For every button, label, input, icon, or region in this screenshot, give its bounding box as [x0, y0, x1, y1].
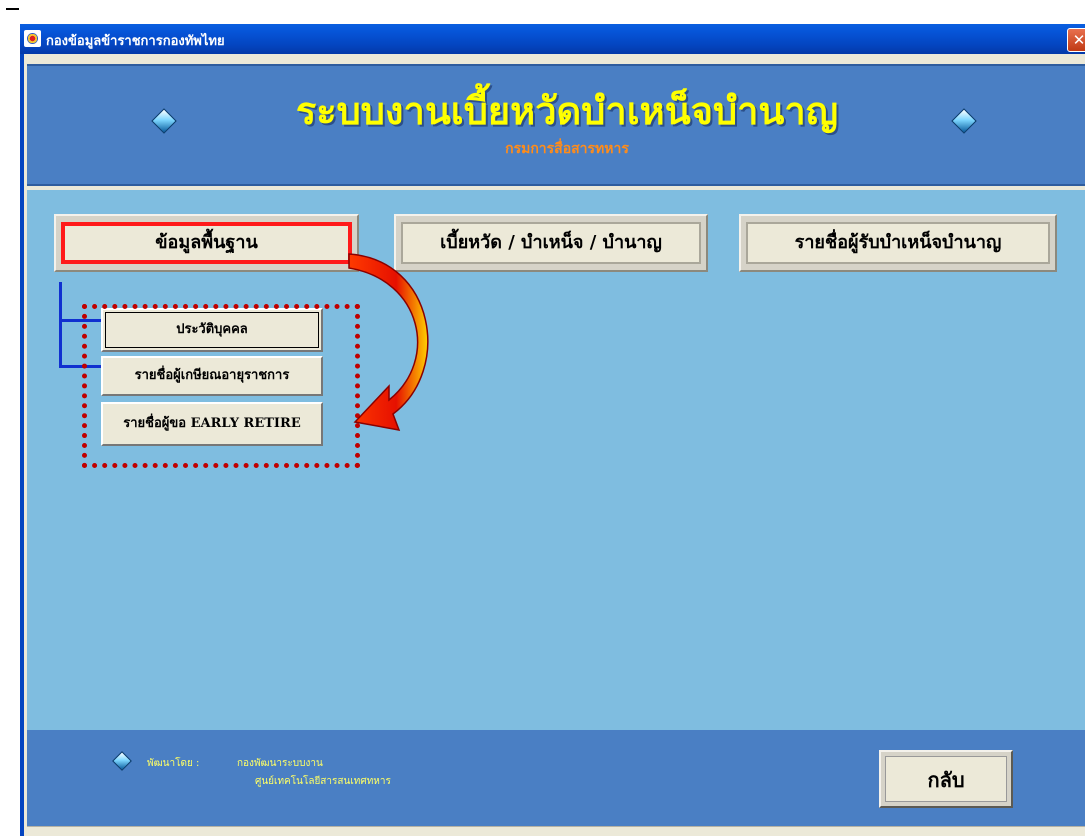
developer-label: พัฒนาโดย :	[147, 758, 200, 769]
title-bar[interactable]: กองข้อมูลข้าราชการกองทัพไทย ✕	[20, 24, 1085, 54]
window-title: กองข้อมูลข้าราชการกองทัพไทย	[46, 34, 225, 49]
developer-center: ศูนย์เทคโนโลยีสารสนเทศทหาร	[255, 776, 391, 787]
app-window: กองข้อมูลข้าราชการกองทัพไทย ✕ ระบบงานเบี…	[20, 24, 1085, 836]
back-button[interactable]: กลับ	[879, 750, 1013, 808]
status-strip	[27, 826, 1085, 836]
main-content: ข้อมูลพื้นฐาน เบี้ยหวัด / บำเหน็จ / บำนา…	[27, 190, 1085, 730]
submenu-highlight-box	[82, 304, 360, 468]
diamond-icon-footer	[112, 751, 132, 771]
tab-pension-payments[interactable]: เบี้ยหวัด / บำเหน็จ / บำนาญ	[394, 214, 708, 272]
tab-pension-payments-label: เบี้ยหวัด / บำเหน็จ / บำนาญ	[401, 222, 701, 264]
tree-line-vertical	[59, 282, 62, 368]
curved-red-arrow-icon	[348, 253, 429, 431]
window-border	[20, 54, 24, 836]
organization-subtitle: กรมการสื่อสารทหาร	[505, 141, 629, 157]
window-edge-mark	[6, 8, 19, 10]
back-button-label: กลับ	[885, 756, 1007, 802]
close-icon: ✕	[1072, 31, 1085, 49]
app-crest-icon[interactable]	[24, 30, 41, 47]
tab-basic-data[interactable]: ข้อมูลพื้นฐาน	[54, 214, 359, 272]
tab-basic-data-label: ข้อมูลพื้นฐาน	[61, 222, 352, 264]
diamond-icon-left	[151, 108, 177, 134]
tab-pension-recipients[interactable]: รายชื่อผู้รับบำเหน็จบำนาญ	[739, 214, 1057, 272]
footer-panel: พัฒนาโดย : กองพัฒนาระบบงาน ศูนย์เทคโนโลย…	[27, 730, 1085, 826]
close-button[interactable]: ✕	[1067, 28, 1085, 52]
tab-pension-recipients-label: รายชื่อผู้รับบำเหน็จบำนาญ	[746, 222, 1050, 264]
header-banner: ระบบงานเบี้ยหวัดบำเหน็จบำนาญ กรมการสื่อส…	[27, 64, 1085, 186]
system-title: ระบบงานเบี้ยหวัดบำเหน็จบำนาญ	[295, 88, 839, 133]
developer-department: กองพัฒนาระบบงาน	[237, 758, 323, 769]
diamond-icon-right	[951, 108, 977, 134]
